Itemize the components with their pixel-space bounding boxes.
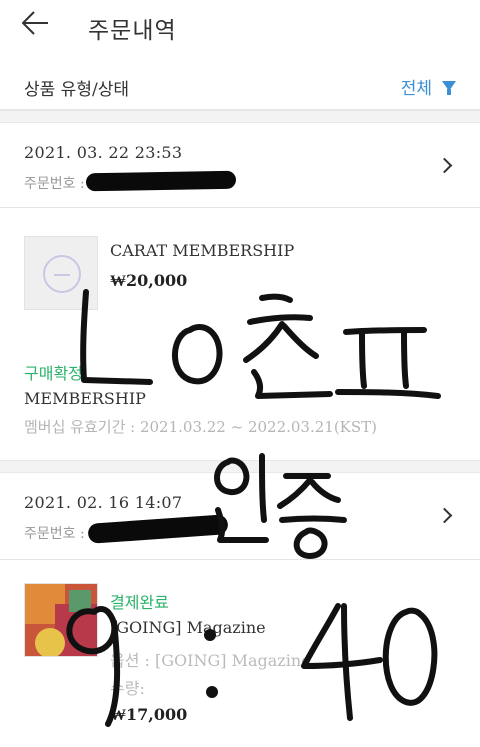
product-price: ₩20,000 — [110, 271, 188, 290]
carat-logo-mark — [54, 270, 70, 276]
order-header[interactable]: 2021. 02. 16 14:07 주문번호 : — [0, 474, 480, 560]
section-separator — [0, 460, 480, 473]
order-status: 결제완료 — [110, 593, 169, 612]
filter-bar: 상품 유형/상태 전체 — [0, 60, 480, 110]
membership-validity: 멤버십 유효기간 : 2021.03.22 ~ 2022.03.21(KST) — [24, 418, 378, 436]
chevron-right-icon — [436, 157, 453, 174]
product-name: [GOING] Magazine — [110, 618, 266, 637]
order-number-label: 주문번호 : — [24, 526, 85, 542]
album-art-shape — [35, 628, 65, 656]
back-button[interactable] — [14, 6, 54, 46]
filter-label: 상품 유형/상태 — [24, 80, 129, 100]
order-number-label: 주문번호 : — [24, 176, 85, 192]
order-type: MEMBERSHIP — [24, 389, 146, 408]
order-date: 2021. 02. 16 14:07 — [24, 493, 183, 512]
product-name: CARAT MEMBERSHIP — [110, 241, 295, 260]
section-separator — [0, 110, 480, 123]
filter-button[interactable]: 전체 — [401, 74, 456, 99]
order-status: 구매확정 — [24, 364, 83, 383]
redaction-mark — [85, 170, 237, 192]
filter-value: 전체 — [400, 79, 432, 99]
product-option: 옵션 : [GOING] Magazine — [110, 651, 311, 670]
product-quantity: 수량: — [110, 679, 145, 698]
product-price: ₩17,000 — [110, 705, 188, 724]
arrow-left-icon — [21, 11, 48, 35]
order-header[interactable]: 2021. 03. 22 23:53 주문번호 : — [0, 124, 480, 208]
page-title: 주문내역 — [88, 18, 177, 44]
product-thumbnail — [24, 236, 98, 310]
order-date: 2021. 03. 22 23:53 — [24, 143, 183, 162]
funnel-icon — [442, 80, 456, 95]
chevron-right-icon — [436, 507, 453, 524]
album-art-shape — [69, 590, 91, 612]
product-thumbnail — [24, 583, 98, 657]
top-bar: 주문내역 — [0, 0, 480, 52]
